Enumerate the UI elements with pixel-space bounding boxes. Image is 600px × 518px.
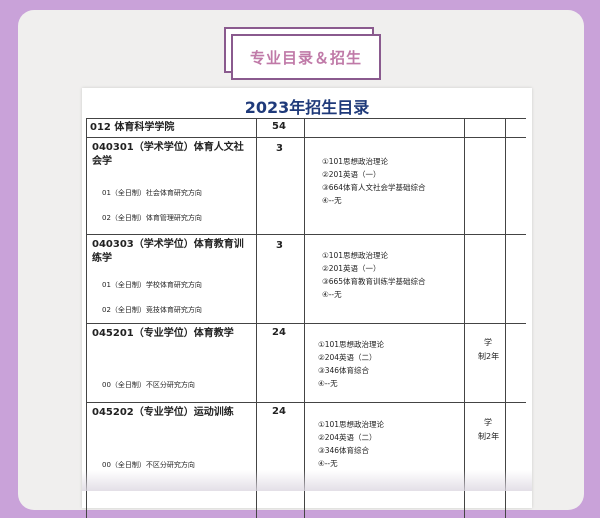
program-length-note: 制2年 xyxy=(478,432,500,441)
major-name: 040303（学术学位）体育教育训 xyxy=(92,239,244,250)
major-name: 045201（专业学位）体育教学 xyxy=(92,328,234,339)
exam-subject: ③346体育综合 xyxy=(318,446,370,455)
table-border xyxy=(86,118,87,518)
exam-subject: ④--无 xyxy=(318,459,338,468)
major-count: 3 xyxy=(276,143,283,154)
exam-subject: ①101思想政治理论 xyxy=(318,340,385,349)
table-rule xyxy=(86,137,526,138)
major-name-cont: 会学 xyxy=(92,156,112,167)
table-column-divider xyxy=(304,118,305,518)
table-rule xyxy=(86,323,526,324)
table-column-divider xyxy=(256,118,257,518)
banner-title: 专业目录＆招生 xyxy=(249,48,362,67)
table-column-divider xyxy=(464,118,465,518)
document-title: 2023年招生目录 xyxy=(244,98,370,117)
exam-subject: ④--无 xyxy=(322,290,342,299)
catalog-document: 2023年招生目录 012 体育科学学院 54 040301（学术学位）体育人文… xyxy=(82,88,532,518)
section-banner: 专业目录＆招生 xyxy=(231,34,381,80)
exam-subject: ④--无 xyxy=(318,379,338,388)
research-direction: 00（全日制）不区分研究方向 xyxy=(102,461,195,469)
bottom-fade xyxy=(82,470,532,491)
exam-subject: ②201英语（一） xyxy=(322,170,381,179)
major-count: 24 xyxy=(272,406,286,417)
program-length-note: 学 xyxy=(484,338,492,347)
program-length-note: 制2年 xyxy=(478,352,500,361)
major-count: 3 xyxy=(276,240,283,251)
table-rule xyxy=(86,402,526,403)
research-direction: 02（全日制）体育管理研究方向 xyxy=(102,214,202,222)
college-count: 54 xyxy=(272,121,286,132)
college-name: 012 体育科学学院 xyxy=(90,122,175,133)
exam-subject: ②204英语（二） xyxy=(318,433,377,442)
research-direction: 01（全日制）学校体育研究方向 xyxy=(102,281,202,289)
exam-subject: ①101思想政治理论 xyxy=(318,420,385,429)
table-rule xyxy=(86,234,526,235)
table-column-divider xyxy=(505,118,506,518)
major-count: 24 xyxy=(272,327,286,338)
table-rule xyxy=(86,118,526,119)
research-direction: 01（全日制）社会体育研究方向 xyxy=(102,189,202,197)
major-name: 040301（学术学位）体育人文社 xyxy=(92,142,244,153)
exam-subject: ③665体育教育训练学基础综合 xyxy=(322,277,426,286)
exam-subject: ④--无 xyxy=(322,196,342,205)
exam-subject: ①101思想政治理论 xyxy=(322,157,389,166)
research-direction: 02（全日制）竞技体育研究方向 xyxy=(102,306,202,314)
exam-subject: ③346体育综合 xyxy=(318,366,370,375)
major-name: 045202（专业学位）运动训练 xyxy=(92,407,234,418)
catalog-table: 012 体育科学学院 54 040301（学术学位）体育人文社 会学 3 01（… xyxy=(86,118,526,518)
research-direction: 00（全日制）不区分研究方向 xyxy=(102,381,195,389)
major-name-cont: 练学 xyxy=(92,253,112,264)
exam-subject: ①101思想政治理论 xyxy=(322,251,389,260)
exam-subject: ②204英语（二） xyxy=(318,353,377,362)
exam-subject: ②201英语（一） xyxy=(322,264,381,273)
program-length-note: 学 xyxy=(484,418,492,427)
exam-subject: ③664体育人文社会学基础综合 xyxy=(322,183,426,192)
